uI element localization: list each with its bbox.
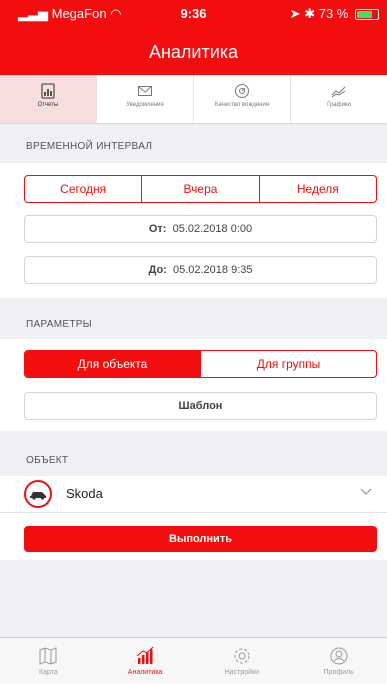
interval-yesterday-option[interactable]: Вчера (142, 176, 260, 202)
status-bar: ▂▃▅ MegaFon ◠ 9:36 ➤ ✱ 73 % (0, 0, 387, 26)
chart-line-icon (331, 86, 346, 98)
template-field[interactable]: Шаблон (24, 392, 377, 420)
object-select-row[interactable]: Skoda (0, 476, 387, 513)
interval-week-option[interactable]: Неделя (260, 176, 376, 202)
object-section-title: ОБЪЕКТ (26, 455, 69, 466)
envelope-icon (138, 86, 152, 96)
car-icon (24, 480, 52, 508)
location-icon: ➤ (289, 6, 301, 21)
params-section-title: ПАРАМЕТРЫ (26, 319, 92, 330)
tabbar-analytics[interactable]: Аналитика (97, 638, 194, 684)
for-object-option[interactable]: Для объекта (25, 351, 201, 377)
chevron-down-icon (360, 488, 372, 495)
page-title: Аналитика (148, 42, 239, 62)
report-icon (41, 83, 55, 99)
analytics-tabs: Отчеты Уведомления Качество вождения Гра… (0, 75, 387, 124)
analytics-icon (136, 646, 154, 664)
gear-icon (234, 648, 250, 664)
status-right: ➤ ✱ 73 % (290, 6, 379, 22)
run-button[interactable]: Выполнить (24, 526, 377, 552)
params-segmented-control: Для объекта Для группы (24, 350, 377, 378)
battery-percent: 73 % (318, 6, 349, 21)
battery-icon (355, 9, 379, 21)
tabbar-profile[interactable]: Профиль (290, 638, 387, 684)
from-date-field[interactable]: От: 05.02.2018 0:00 (24, 215, 377, 243)
interval-today-option[interactable]: Сегодня (25, 176, 143, 202)
for-group-option[interactable]: Для группы (201, 351, 376, 377)
object-name: Skoda (66, 486, 103, 501)
tabbar-map[interactable]: Карта (0, 638, 97, 684)
header: ▂▃▅ MegaFon ◠ 9:36 ➤ ✱ 73 % Аналитика (0, 0, 387, 75)
bottom-tab-bar: Карта Аналитика Настройки Профиль (0, 637, 387, 684)
tab-driving-quality[interactable]: Качество вождения (194, 75, 291, 123)
tab-reports[interactable]: Отчеты (0, 75, 97, 123)
speedometer-icon (235, 84, 249, 98)
tab-charts[interactable]: Графики (291, 75, 387, 123)
tabbar-settings[interactable]: Настройки (194, 638, 291, 684)
profile-icon (330, 647, 348, 665)
bluetooth-icon: ✱ (304, 6, 316, 21)
to-date-field[interactable]: До: 05.02.2018 9:35 (24, 256, 377, 284)
interval-section-title: ВРЕМЕННОЙ ИНТЕРВАЛ (26, 141, 153, 152)
interval-segmented-control: Сегодня Вчера Неделя (24, 175, 377, 203)
map-icon (39, 647, 57, 665)
tab-notifications[interactable]: Уведомления (97, 75, 194, 123)
